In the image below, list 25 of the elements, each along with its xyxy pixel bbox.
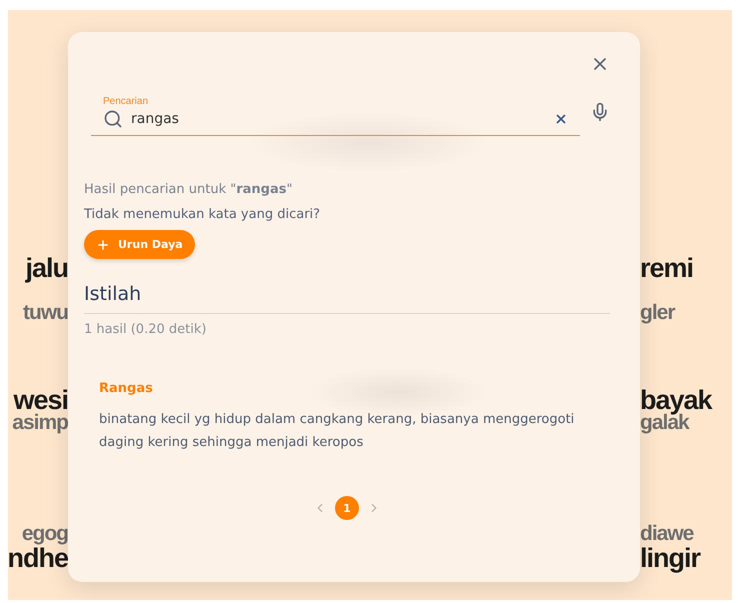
background-word: gler (640, 304, 675, 323)
background-word: remi (640, 256, 694, 280)
background-word: bayak (640, 388, 712, 412)
search-icon (103, 109, 123, 129)
result-count: 1 hasil (0.20 detik) (84, 322, 208, 337)
not-found-prompt: Tidak menemukan kata yang dicari? (84, 207, 322, 222)
page-button[interactable]: 1 (335, 496, 359, 520)
plus-icon (96, 238, 110, 252)
entry-term[interactable]: Rangas (99, 381, 153, 396)
background-word: tuwu (23, 304, 68, 323)
background-word: egog (22, 525, 68, 544)
contribute-button[interactable]: Urun Daya (84, 230, 195, 259)
background-word: galak (640, 414, 689, 433)
section-title: Istilah (84, 283, 610, 314)
search-input[interactable]: rangas (131, 111, 546, 127)
background-word: jalu (25, 256, 68, 280)
clear-icon[interactable] (554, 112, 568, 126)
entry-definition: binatang kecil yg hidup dalam cangkang kerang, biasanya menggerogoti daging kering sehingga menjadi keropos (99, 411, 576, 452)
background-word: asimp (12, 414, 68, 433)
background-word: wesi (13, 388, 68, 412)
search-field[interactable]: Pencarian rangas (91, 96, 580, 136)
background-word: diawe (640, 525, 694, 544)
search-summary: Hasil pencarian untuk "rangas" (84, 182, 294, 197)
background-word: ndhe (8, 546, 68, 570)
background-word: lingir (640, 546, 700, 570)
